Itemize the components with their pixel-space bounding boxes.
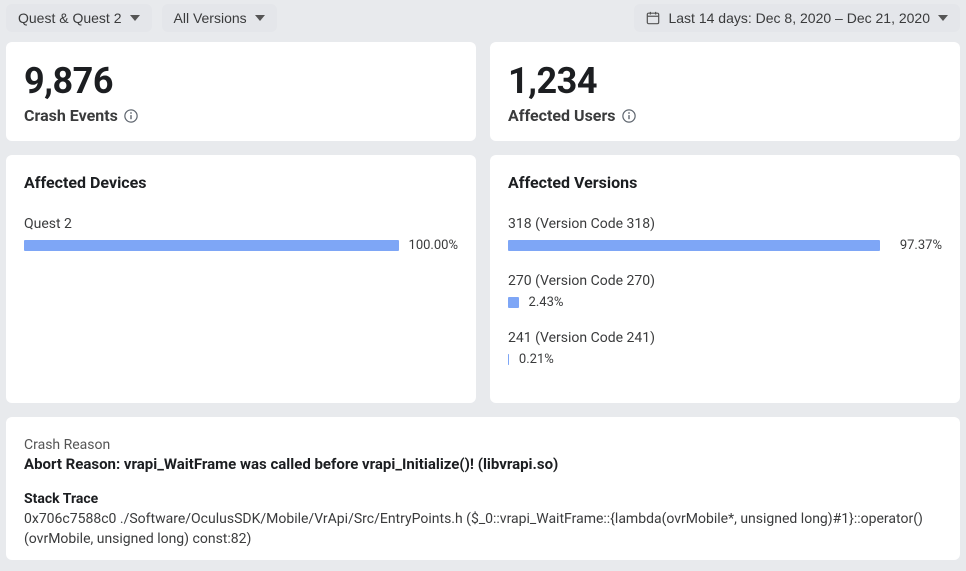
- version-row: 241 (Version Code 241) 0.21%: [508, 330, 942, 367]
- crash-events-label: Crash Events: [24, 106, 118, 125]
- crash-reason-text: Abort Reason: vrapi_WaitFrame was called…: [24, 455, 942, 473]
- device-filter-dropdown[interactable]: Quest & Quest 2: [6, 4, 152, 32]
- version-bar-wrap: 2.43%: [508, 295, 942, 310]
- chevron-down-icon: [255, 15, 265, 21]
- affected-users-label: Affected Users: [508, 106, 616, 125]
- date-range-label: Last 14 days: Dec 8, 2020 – Dec 21, 2020: [668, 10, 930, 26]
- date-range-dropdown[interactable]: Last 14 days: Dec 8, 2020 – Dec 21, 2020: [634, 4, 960, 32]
- chevron-down-icon: [938, 15, 948, 21]
- device-row-pct: 100.00%: [409, 238, 458, 253]
- version-bar-wrap: 0.21%: [508, 352, 942, 367]
- crash-events-value: 9,876: [24, 60, 458, 102]
- version-bar-fill: [508, 240, 880, 251]
- version-row: 318 (Version Code 318) 97.37%: [508, 216, 942, 253]
- crash-details-card: Crash Reason Abort Reason: vrapi_WaitFra…: [6, 417, 960, 560]
- device-filter-label: Quest & Quest 2: [18, 10, 122, 26]
- stack-trace-heading: Stack Trace: [24, 491, 942, 507]
- version-row-pct: 2.43%: [529, 295, 564, 310]
- version-row: 270 (Version Code 270) 2.43%: [508, 273, 942, 310]
- crash-events-label-row: Crash Events: [24, 106, 458, 125]
- version-row-pct: 97.37%: [900, 238, 942, 253]
- version-bar-fill: [508, 297, 519, 308]
- calendar-icon: [646, 11, 660, 25]
- device-bar-fill: [24, 240, 399, 251]
- affected-users-card: 1,234 Affected Users: [490, 42, 960, 141]
- info-icon[interactable]: [622, 109, 636, 123]
- affected-devices-card: Affected Devices Quest 2 100.00%: [6, 155, 476, 403]
- device-row-label: Quest 2: [24, 216, 458, 232]
- affected-devices-title: Affected Devices: [24, 173, 458, 192]
- crash-reason-heading: Crash Reason: [24, 437, 942, 453]
- version-bar-wrap: 97.37%: [508, 238, 942, 253]
- version-row-pct: 0.21%: [519, 352, 554, 367]
- crash-events-card: 9,876 Crash Events: [6, 42, 476, 141]
- device-bar-track: [24, 240, 399, 251]
- device-row: Quest 2 100.00%: [24, 216, 458, 253]
- device-bar-wrap: 100.00%: [24, 238, 458, 253]
- stack-trace-line: 0x706c7588c0 ./Software/OculusSDK/Mobile…: [24, 509, 942, 550]
- affected-versions-title: Affected Versions: [508, 173, 942, 192]
- version-bar-fill: [508, 354, 509, 365]
- version-row-label: 270 (Version Code 270): [508, 273, 942, 289]
- filter-bar: Quest & Quest 2 All Versions Last 14 day…: [0, 0, 966, 42]
- version-row-label: 318 (Version Code 318): [508, 216, 942, 232]
- version-bar-track: [508, 240, 890, 251]
- version-filter-dropdown[interactable]: All Versions: [162, 4, 277, 32]
- version-row-label: 241 (Version Code 241): [508, 330, 942, 346]
- chevron-down-icon: [130, 15, 140, 21]
- affected-versions-card: Affected Versions 318 (Version Code 318)…: [490, 155, 960, 403]
- version-filter-label: All Versions: [174, 10, 247, 26]
- affected-users-value: 1,234: [508, 60, 942, 102]
- affected-users-label-row: Affected Users: [508, 106, 942, 125]
- info-icon[interactable]: [124, 109, 138, 123]
